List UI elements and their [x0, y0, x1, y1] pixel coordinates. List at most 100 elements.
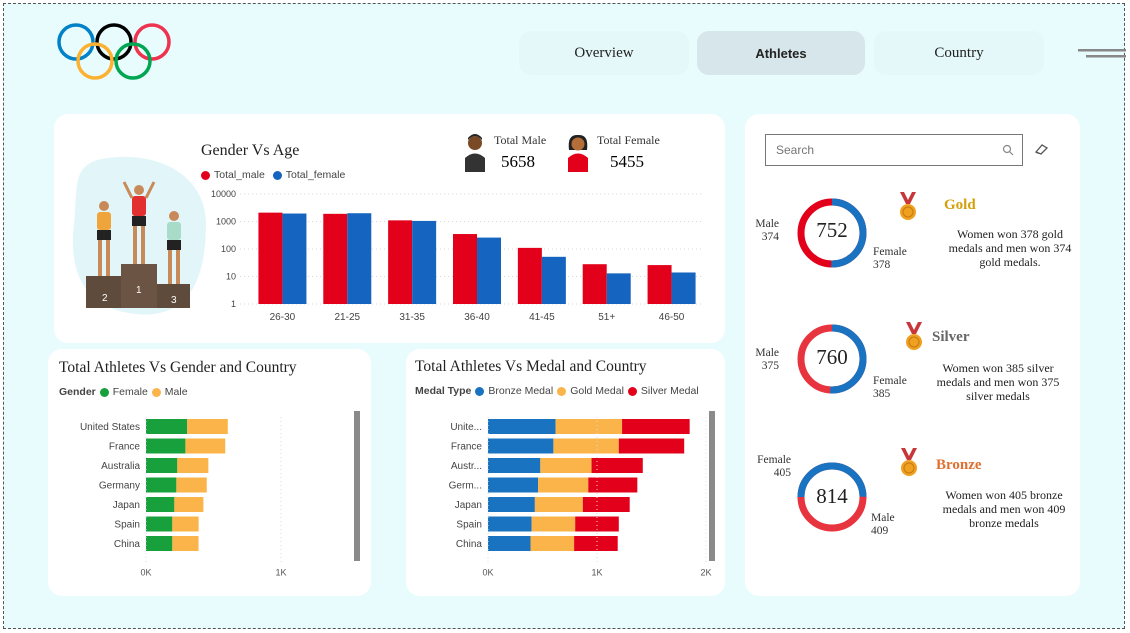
search-box[interactable]	[765, 134, 1023, 166]
gender-age-card: 2 1 3 Gender Vs Age Total_male Total_fem…	[54, 114, 725, 343]
svg-text:1: 1	[136, 285, 142, 296]
bar-total_male	[258, 212, 283, 304]
y-tick-label: 1000	[216, 217, 236, 227]
total-male-label: Total Male	[494, 133, 547, 147]
male-athlete-icon	[465, 134, 485, 172]
search-input[interactable]	[774, 142, 998, 158]
gold-left-label: Male	[755, 218, 779, 230]
search-icon[interactable]	[1002, 144, 1014, 156]
legend-total-male: Total_male	[214, 169, 265, 181]
bar-segment-gold-medal	[530, 536, 575, 551]
y-category-label: China	[456, 539, 483, 550]
bar-total_female	[282, 213, 307, 304]
medal-country-bar-chart: Unite... France Austr... Germ... Japan Spain C…	[449, 417, 712, 578]
medal-country-legend: Medal Type Bronze Medal Gold Medal Silve…	[415, 385, 699, 397]
bar-segment-silver-medal	[588, 477, 638, 493]
bar-segment-male	[172, 536, 199, 551]
tab-country[interactable]: Country	[874, 31, 1044, 75]
eraser-icon[interactable]	[1033, 142, 1049, 156]
gender-country-title: Total Athletes Vs Gender and Country	[59, 359, 297, 376]
bar-segment-female	[146, 419, 188, 434]
y-category-label: Austr...	[451, 461, 482, 472]
female-legend-swatch	[272, 170, 282, 180]
y-category-label: Spain	[456, 520, 482, 531]
bar-segment-male	[172, 516, 199, 532]
silver-medal-icon	[906, 322, 922, 350]
y-category-label: Australia	[101, 461, 140, 472]
bar-segment-female	[146, 536, 173, 551]
bar-total_female	[671, 272, 696, 304]
bar-segment-bronze-medal	[488, 438, 554, 454]
bar-segment-gold-medal	[553, 438, 619, 454]
x-tick-label: 1K	[591, 568, 602, 578]
total-female-label: Total Female	[597, 133, 660, 147]
scrollbar[interactable]	[709, 411, 715, 561]
y-category-label: Germ...	[449, 481, 482, 492]
hamburger-menu-icon[interactable]	[1078, 47, 1126, 61]
y-category-label: United States	[80, 422, 140, 433]
y-category-label: France	[109, 442, 141, 453]
x-tick-label: 0K	[482, 568, 493, 578]
bar-segment-gold-medal	[555, 419, 623, 434]
x-tick-label: 41-45	[529, 312, 555, 323]
dashboard-frame: Overview Athletes Country 2 1 3 Gender V…	[3, 3, 1126, 629]
bar-total_male	[323, 213, 348, 304]
bar-segment-gold-medal	[534, 497, 583, 512]
x-tick-label: 31-35	[399, 312, 425, 323]
bronze-left-annotation: Female 405	[749, 454, 791, 480]
tab-overview[interactable]: Overview	[519, 31, 689, 75]
bar-total_female	[541, 256, 566, 304]
y-category-label: Japan	[113, 500, 140, 511]
silver-right-value: 385	[873, 388, 891, 400]
bar-segment-silver-medal	[591, 458, 643, 473]
silver-total: 760	[816, 345, 848, 369]
bar-segment-gold-medal	[531, 516, 576, 532]
gold-right-value: 378	[873, 259, 891, 271]
y-tick-label: 100	[221, 244, 236, 254]
x-tick-label: 51+	[598, 312, 615, 323]
y-tick-label: 10000	[211, 189, 236, 199]
y-category-label: Germany	[99, 481, 140, 492]
bar-segment-male	[187, 419, 228, 434]
x-tick-label: 21-25	[334, 312, 360, 323]
legend-bronze: Bronze Medal	[488, 385, 554, 397]
bar-segment-bronze-medal	[488, 497, 535, 512]
male-legend-swatch	[201, 170, 210, 180]
bar-segment-bronze-medal	[488, 477, 539, 493]
bar-segment-female	[146, 438, 186, 454]
silver-left-annotation: Male 375	[753, 347, 779, 373]
legend-female: Female	[112, 386, 148, 398]
bar-total_male	[388, 220, 413, 304]
gold-description: Women won 378 gold medals and men won 37…	[948, 227, 1072, 269]
silver-right-annotation: Female 385	[873, 375, 907, 401]
bar-segment-female	[146, 497, 175, 512]
bar-segment-gold-medal	[538, 477, 589, 493]
gold-right-annotation: Female 378	[873, 246, 907, 272]
silver-description: Women won 385 silver medals and men won …	[936, 361, 1060, 403]
medal-country-title: Total Athletes Vs Medal and Country	[415, 358, 647, 375]
bronze-left-label: Female	[757, 454, 791, 466]
svg-text:2: 2	[102, 293, 108, 304]
svg-text:3: 3	[171, 295, 177, 306]
x-tick-label: 0K	[140, 568, 151, 578]
tab-athletes[interactable]: Athletes	[697, 31, 865, 75]
silver-title: Silver	[932, 329, 970, 345]
y-category-label: Japan	[455, 500, 482, 511]
bar-segment-male	[176, 477, 207, 493]
bar-total_male	[453, 234, 477, 304]
y-tick-label: 1	[231, 299, 236, 309]
x-tick-label: 36-40	[464, 312, 490, 323]
scrollbar[interactable]	[354, 411, 360, 561]
bar-total_female	[412, 220, 437, 304]
bar-total_female	[606, 273, 631, 304]
bar-segment-female	[146, 516, 173, 532]
gender-country-bar-chart: United States France Australia Germany Japan…	[80, 417, 287, 578]
bronze-right-value: 409	[871, 525, 889, 537]
bronze-description: Women won 405 bronze medals and men won …	[942, 488, 1066, 530]
female-athlete-icon	[568, 134, 588, 172]
bar-segment-male	[177, 458, 209, 473]
bronze-right-annotation: Male 409	[871, 512, 895, 538]
x-tick-label: 2K	[700, 568, 711, 578]
y-category-label: France	[451, 442, 483, 453]
y-category-label: Unite...	[450, 422, 482, 433]
